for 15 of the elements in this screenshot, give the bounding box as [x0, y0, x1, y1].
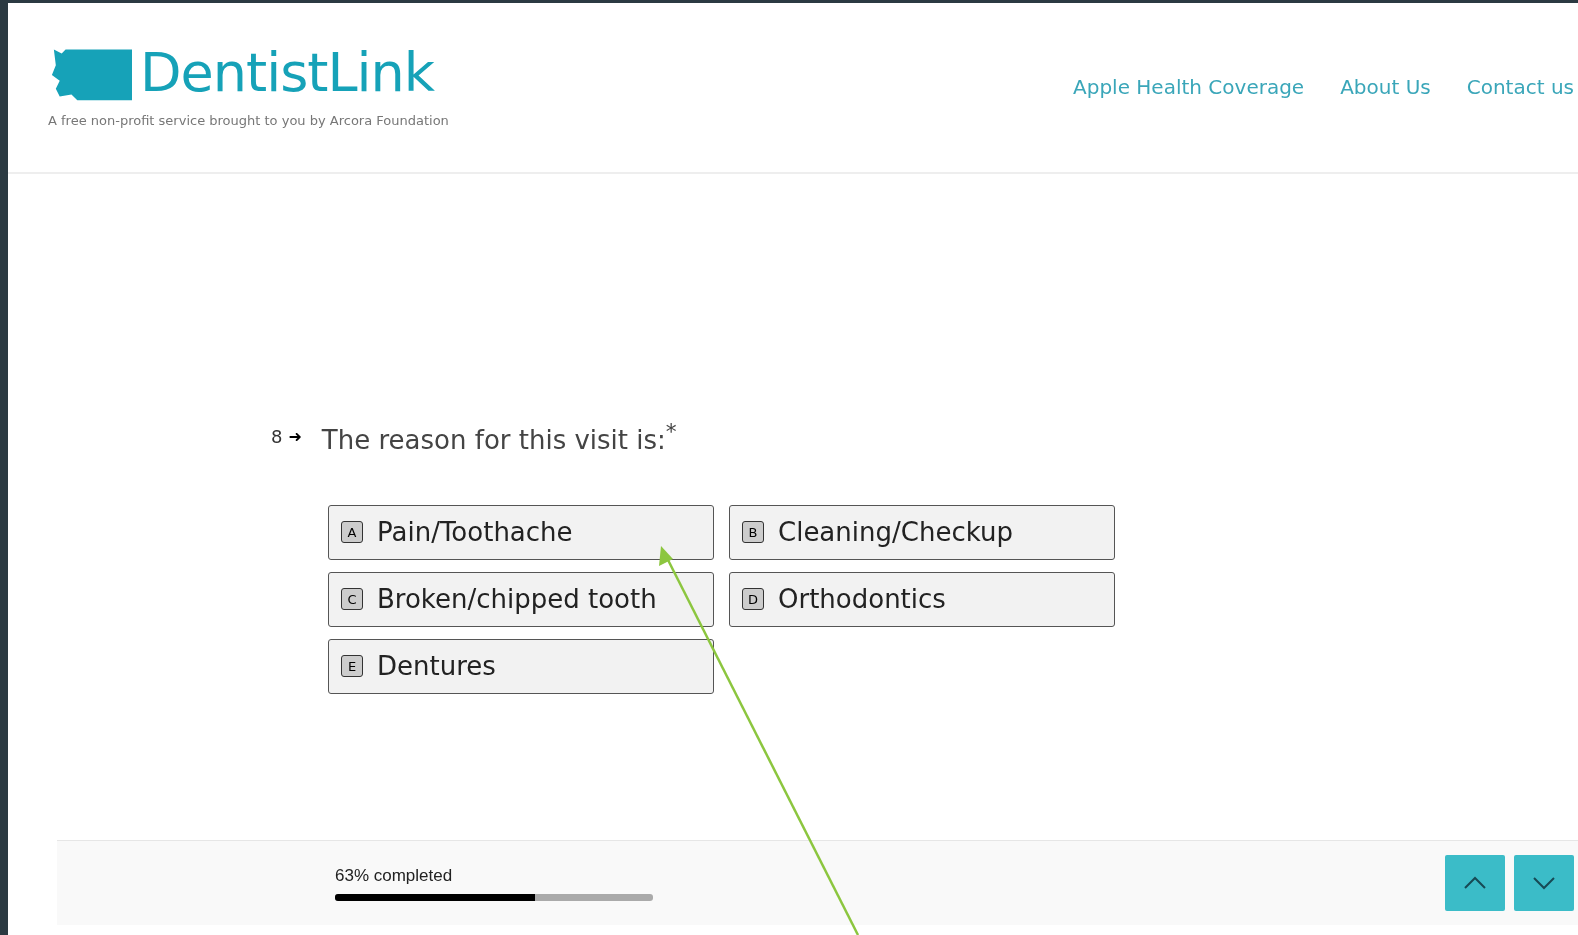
option-key: A [341, 521, 363, 544]
progress-label: 63% completed [335, 865, 454, 886]
answer-option[interactable]: B Cleaning/Checkup [729, 504, 1115, 560]
option-key: E [341, 655, 363, 678]
tagline: A free non-profit service brought to you by Arcora Foundation [48, 113, 449, 128]
question-text: The reason for this visit is:$^{*}$ [321, 419, 677, 455]
answer-option[interactable]: A Pain/Toothache [328, 504, 714, 560]
answer-option[interactable]: D Orthodontics [729, 571, 1115, 627]
option-key: C [341, 588, 363, 611]
option-key: D [742, 588, 764, 611]
answer-option[interactable]: E Dentures [328, 638, 714, 694]
question-arrow: ➜ [288, 427, 302, 447]
answer-option[interactable]: C Broken/chipped tooth [328, 571, 714, 627]
option-key: B [742, 521, 764, 544]
question-number: 8 [271, 426, 283, 448]
